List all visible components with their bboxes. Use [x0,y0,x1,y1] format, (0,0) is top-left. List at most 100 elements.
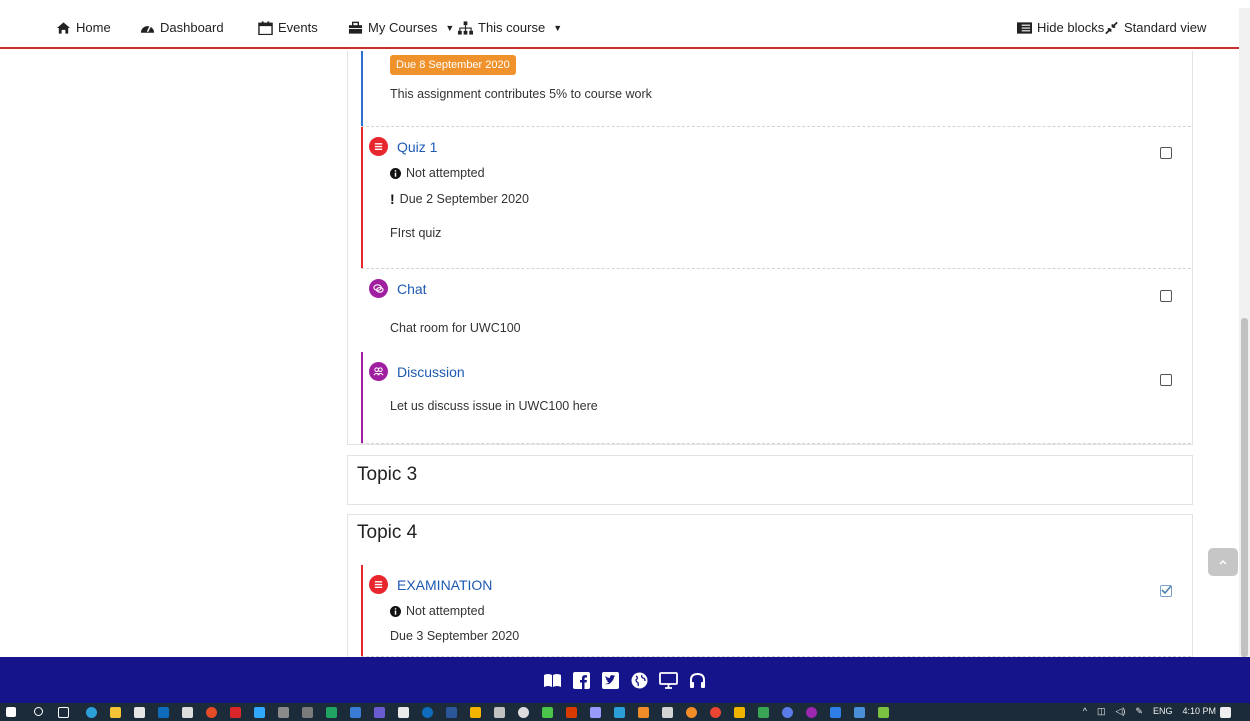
nav-home[interactable]: Home [56,20,111,35]
page-scrollbar[interactable] [1239,8,1250,657]
app-icon[interactable] [470,707,481,718]
app-icon[interactable] [830,707,841,718]
app-icon[interactable] [398,707,409,718]
notifications-icon[interactable] [1220,707,1231,718]
activity-bar [361,51,363,127]
tray-arrow-icon[interactable]: ^ [1083,706,1087,717]
os-taskbar: ^ ◫ ◁) ✎ ENG 4:10 PM [0,703,1250,721]
app-icon[interactable] [494,707,505,718]
app-icon[interactable] [662,707,673,718]
quiz-1-status: Not attempted [390,166,485,180]
edge-icon[interactable] [86,707,97,718]
headphones-icon[interactable] [688,671,707,690]
info-icon [390,605,401,617]
completion-checkbox[interactable] [1160,374,1172,386]
twitter-icon[interactable] [601,671,620,690]
navbar: Home Dashboard Events My Courses ▼ This … [0,8,1250,49]
chrome-icon[interactable] [206,707,217,718]
app-icon[interactable] [806,707,817,718]
nav-this-course-label: This course [478,20,546,35]
dreamweaver-icon[interactable] [542,707,553,718]
examination-due: Due 3 September 2020 [390,629,520,643]
clock[interactable]: 4:10 PM [1182,706,1216,717]
volume-icon[interactable]: ◁) [1115,706,1125,717]
app-icon[interactable] [878,707,889,718]
discussion-title: Discussion [397,363,465,380]
examination-title: EXAMINATION [397,576,493,593]
outlook-icon[interactable] [158,707,169,718]
drive-icon[interactable] [326,707,337,718]
chat-title: Chat [397,280,427,297]
app-icon[interactable] [854,707,865,718]
quiz-1-status-text: Not attempted [406,166,485,180]
app-icon[interactable] [230,707,241,718]
app-icon[interactable] [182,707,193,718]
scrollbar-thumb[interactable] [1241,318,1248,657]
due-badge: Due 8 September 2020 [390,55,516,75]
network-icon[interactable]: ◫ [1097,706,1106,717]
store-icon[interactable] [134,707,145,718]
home-icon [56,21,71,34]
app-icon[interactable] [686,707,697,718]
nav-dashboard-label: Dashboard [160,20,224,35]
app-icon[interactable] [374,707,385,718]
nav-my-courses[interactable]: My Courses ▼ [348,20,454,35]
chat-activity: Chat Chat room for UWC100 [361,269,1191,352]
calendar-icon [258,20,273,35]
search-icon[interactable] [34,707,43,716]
activity-bar [361,127,363,269]
chat-link[interactable]: Chat [369,279,427,298]
windows-start-icon[interactable] [6,707,16,717]
assignment-description: This assignment contributes 5% to course… [390,87,652,101]
standard-view-button[interactable]: Standard view [1104,20,1206,35]
app-icon[interactable] [302,707,313,718]
book-icon[interactable] [543,671,562,690]
facebook-icon[interactable] [572,671,591,690]
app-icon[interactable] [614,707,625,718]
system-tray: ^ ◫ ◁) ✎ ENG 4:10 PM [1083,706,1216,717]
completion-checkbox-checked[interactable] [1160,585,1172,597]
word-icon[interactable] [446,707,457,718]
app-icon[interactable] [782,707,793,718]
file-explorer-icon[interactable] [110,707,121,718]
app-icon[interactable] [350,707,361,718]
completion-checkbox[interactable] [1160,147,1172,159]
examination-link[interactable]: EXAMINATION [369,575,492,594]
back-to-top-button[interactable] [1208,548,1238,576]
app-icon[interactable] [422,707,433,718]
app-icon[interactable] [638,707,649,718]
nav-events[interactable]: Events [258,20,318,35]
pen-icon[interactable]: ✎ [1135,706,1143,717]
app-icon[interactable] [758,707,769,718]
app-icon[interactable] [566,707,577,718]
completion-checkbox[interactable] [1160,290,1172,302]
hide-blocks-button[interactable]: Hide blocks [1017,20,1104,35]
globe-icon[interactable] [630,671,649,690]
forum-icon [369,362,388,381]
briefcase-icon [348,21,363,34]
topic-4-section: Topic 4 EXAMINATION Not attempted Due 3 … [347,514,1193,657]
examination-status-text: Not attempted [406,604,485,618]
quiz-1-link[interactable]: Quiz 1 [369,137,437,156]
app-icon[interactable] [734,707,745,718]
nav-home-label: Home [76,20,111,35]
language-indicator[interactable]: ENG [1153,706,1173,717]
app-icon[interactable] [278,707,289,718]
task-view-icon[interactable] [58,707,69,718]
top-strip [0,0,1250,8]
monitor-icon[interactable] [659,671,678,690]
standard-view-label: Standard view [1124,20,1207,35]
photoshop-icon[interactable] [254,707,265,718]
hide-blocks-label: Hide blocks [1037,20,1105,35]
examination-status: Not attempted [390,604,485,618]
nav-this-course[interactable]: This course ▼ [458,20,562,35]
app-icon[interactable] [710,707,721,718]
discussion-link[interactable]: Discussion [369,362,465,381]
app-icon[interactable] [518,707,529,718]
nav-dashboard[interactable]: Dashboard [140,20,224,35]
quiz-1-title: Quiz 1 [397,138,438,155]
topic-4-title: Topic 4 [357,522,418,543]
activity-bar [361,565,363,657]
after-effects-icon[interactable] [590,707,601,718]
chat-icon [369,279,388,298]
